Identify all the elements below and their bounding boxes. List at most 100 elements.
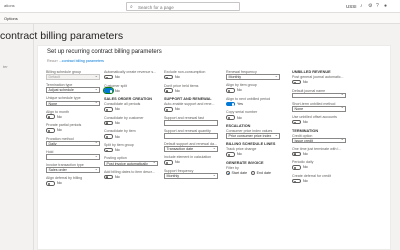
toggle-switch[interactable] (292, 151, 301, 157)
consolidate-all-periods-toggle[interactable]: No (104, 106, 162, 112)
invoice-transaction-type-select[interactable]: Sales order (46, 167, 100, 173)
consolidate-by-item-toggle[interactable]: No (104, 134, 162, 140)
termination-type-select[interactable]: Adjust schedule (46, 87, 100, 93)
no-price-held-items-toggle[interactable]: No (164, 88, 222, 94)
toggle-value: No (115, 134, 120, 139)
toggle-switch[interactable] (226, 151, 235, 157)
align-to-next-period-toggle[interactable]: Yes (226, 101, 284, 107)
options-button[interactable]: Options (4, 16, 18, 21)
consolidate-by-customer-toggle[interactable]: No (104, 120, 162, 126)
toggle-switch[interactable] (104, 74, 113, 80)
page-title: contract billing parameters (0, 30, 124, 42)
search-input[interactable] (138, 4, 238, 10)
use-unbilled-offset-toggle[interactable]: No (292, 119, 350, 125)
default-support-renewal-select[interactable]: Transaction date (164, 146, 218, 152)
auto-create-revenue-toggle[interactable]: No (104, 74, 162, 80)
help-icon[interactable]: ? (376, 3, 379, 9)
copy-serial-number-toggle[interactable]: No (226, 115, 284, 121)
field-label: Add billing dates to item descr... (104, 169, 155, 174)
app-name: ations (4, 3, 15, 8)
toggle-switch[interactable] (292, 165, 301, 170)
search-box[interactable]: ⌕ (126, 2, 240, 11)
filter-by-radio-group: Start date End date (226, 170, 284, 176)
toggle-value: No (115, 148, 120, 153)
toggle-switch[interactable] (104, 120, 113, 126)
toggle-switch[interactable] (292, 119, 301, 125)
consumer-price-index-select[interactable]: Prior consumer price index (226, 133, 280, 139)
one-time-terminate-toggle[interactable]: No (292, 151, 350, 157)
auto-enable-support-toggle[interactable]: No (164, 106, 222, 112)
default-journal-name-select[interactable] (292, 92, 346, 99)
toggle-value: No (175, 88, 180, 93)
exclude-non-consumption-toggle[interactable]: No (164, 74, 222, 80)
renewal-frequency-select[interactable]: Monthly (226, 74, 280, 80)
toggle-switch[interactable] (104, 174, 113, 180)
end-date-radio[interactable] (251, 170, 256, 175)
support-renewal-fast-input[interactable] (164, 119, 218, 126)
field-label: Auto-enable support and rene... (164, 102, 215, 107)
align-deferral-toggle[interactable]: No (46, 180, 104, 186)
column-3: Exclude non-consumption No Don't price h… (164, 70, 222, 182)
parameters-card: Set up recurring contract billing parame… (37, 45, 391, 250)
avatar[interactable]: ● (384, 3, 387, 9)
prorate-partial-periods-toggle[interactable]: No (46, 127, 104, 133)
post-general-journal-toggle[interactable]: No (292, 79, 350, 85)
toggle-value: No (115, 120, 120, 125)
add-billing-dates-toggle[interactable]: No (104, 174, 162, 180)
align-to-month-toggle[interactable]: No (46, 114, 104, 120)
toggle-value: No (57, 128, 62, 133)
billing-schedule-group-select[interactable]: Default (46, 74, 100, 80)
column-5: UNBILLED REVENUE Post general journal au… (292, 70, 350, 187)
column-1: Billing schedule group Default Terminati… (46, 70, 104, 190)
create-deferral-credit-toggle[interactable]: No (292, 178, 350, 184)
field-label: One time just terminate with l... (292, 146, 342, 151)
align-by-item-group-toggle[interactable]: No (226, 87, 284, 93)
periodic-daily-toggle[interactable]: No (292, 164, 350, 170)
toggle-value: No (303, 80, 308, 85)
customer-split-toggle[interactable]: No (102, 87, 162, 95)
toggle-switch[interactable] (104, 134, 113, 139)
credit-option-select[interactable]: Issue credit (292, 137, 346, 144)
unique-schedule-type-select[interactable]: None (46, 100, 100, 107)
field-label: Post general journal automatic... (292, 75, 344, 79)
hold-select[interactable] (46, 154, 100, 160)
start-date-radio[interactable] (226, 170, 230, 175)
toggle-switch[interactable] (104, 147, 113, 153)
subtitle-link[interactable]: ...contract billing parameters (59, 59, 104, 63)
support-renewal-quantity-input[interactable] (164, 133, 218, 139)
toggle-switch[interactable] (102, 87, 115, 95)
short-term-unbilled-method-select[interactable]: None (292, 105, 346, 112)
toggle-value: No (237, 152, 242, 157)
toggle-switch[interactable] (226, 101, 235, 107)
toggle-switch[interactable] (292, 178, 301, 184)
toggle-switch[interactable] (104, 107, 113, 112)
toggle-value: No (57, 181, 62, 186)
include-element-toggle[interactable]: No (164, 159, 222, 165)
search-icon: ⌕ (130, 4, 133, 10)
toggle-value: No (115, 88, 120, 93)
toggle-switch[interactable] (164, 107, 173, 112)
posting-option-select[interactable]: Post invoice automatically (104, 160, 158, 167)
toggle-switch[interactable] (292, 79, 301, 85)
proration-method-select[interactable]: Daily (46, 140, 100, 147)
left-pane-label: ter (3, 64, 8, 69)
toggle-switch[interactable] (164, 74, 173, 80)
toggle-value: No (115, 107, 120, 112)
bell-icon[interactable]: ♪ (360, 3, 363, 9)
toggle-switch[interactable] (164, 88, 173, 94)
toggle-switch[interactable] (226, 115, 235, 120)
toggle-value: No (175, 107, 180, 112)
company-picker[interactable]: USSI (346, 4, 357, 9)
toggle-switch[interactable] (226, 88, 235, 93)
toggle-value: No (57, 114, 62, 119)
track-price-change-toggle[interactable]: No (226, 151, 284, 157)
toggle-switch[interactable] (46, 181, 55, 186)
gear-icon[interactable]: ⚙ (368, 3, 372, 9)
toggle-switch[interactable] (46, 114, 55, 119)
column-4: Renewal frequency Monthly Align by item … (226, 70, 284, 179)
left-pane: ter (0, 24, 34, 250)
toggle-switch[interactable] (46, 127, 55, 133)
toggle-switch[interactable] (164, 160, 173, 165)
support-frequency-select[interactable]: Monthly (164, 173, 218, 179)
split-by-item-group-toggle[interactable]: No (104, 147, 162, 153)
